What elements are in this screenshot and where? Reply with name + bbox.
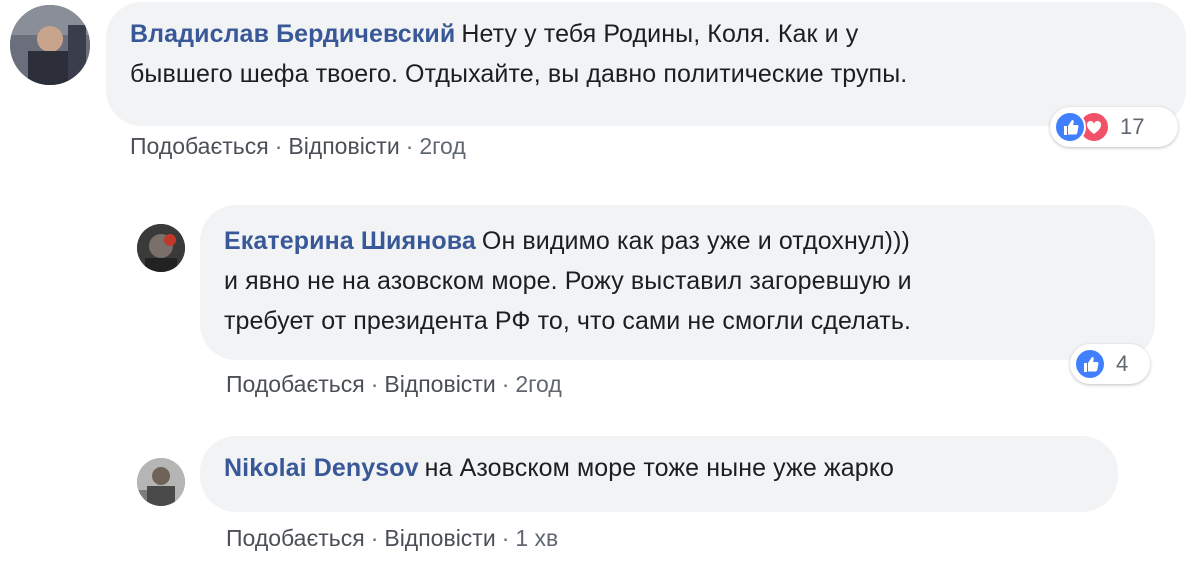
- timestamp[interactable]: 1 хв: [515, 525, 558, 551]
- timestamp[interactable]: 2год: [419, 133, 465, 159]
- reply-link[interactable]: Відповісти: [288, 133, 399, 159]
- comment-text: требует от президента РФ то, что сами не…: [224, 307, 912, 335]
- comment-bubble: Владислав Бердичевский Нету у тебя Родины…: [106, 2, 1186, 126]
- separator: ·: [405, 133, 414, 159]
- like-link[interactable]: Подобається: [130, 133, 269, 159]
- reactions-summary[interactable]: 4: [1070, 344, 1150, 384]
- comment-bubble: Екатерина Шиянова Он видимо как раз уже и…: [200, 205, 1155, 360]
- comment-text: Нету у тебя Родины, Коля. Как и у: [461, 20, 859, 48]
- separator: ·: [370, 525, 379, 551]
- reaction-count: 4: [1116, 351, 1129, 376]
- comment-author[interactable]: Nikolai Denysov: [224, 454, 419, 482]
- separator: ·: [501, 371, 510, 397]
- comment-text: на Азовском море тоже ныне уже жарко: [424, 454, 895, 482]
- like-link[interactable]: Подобається: [226, 371, 365, 397]
- separator: ·: [501, 525, 510, 551]
- comment-bubble: Nikolai Denysov на Азовском море тоже нын…: [200, 436, 1118, 512]
- like-icon: [1054, 111, 1086, 143]
- like-icon: [1074, 348, 1106, 380]
- like-link[interactable]: Подобається: [226, 525, 365, 551]
- comment-actions: Подобається · Відповісти · 1 хв: [226, 525, 558, 552]
- avatar[interactable]: [137, 224, 185, 272]
- avatar[interactable]: [137, 458, 185, 506]
- timestamp[interactable]: 2год: [515, 371, 561, 397]
- separator: ·: [274, 133, 283, 159]
- comment-actions: Подобається · Відповісти · 2год: [226, 371, 562, 398]
- comment-actions: Подобається · Відповісти · 2год: [130, 133, 466, 160]
- reply-link[interactable]: Відповісти: [384, 371, 495, 397]
- reaction-count: 17: [1120, 114, 1145, 139]
- comment-text: Он видимо как раз уже и отдохнул))): [481, 227, 910, 255]
- comment-author[interactable]: Екатерина Шиянова: [224, 227, 476, 255]
- comment-author[interactable]: Владислав Бердичевский: [130, 20, 455, 48]
- avatar[interactable]: [10, 5, 90, 85]
- comment-text: бывшего шефа твоего. Отдыхайте, вы давно…: [130, 60, 908, 88]
- reply-link[interactable]: Відповісти: [384, 525, 495, 551]
- reactions-summary[interactable]: 17: [1050, 107, 1178, 147]
- separator: ·: [370, 371, 379, 397]
- comment-text: и явно не на азовском море. Рожу выстави…: [224, 267, 912, 295]
